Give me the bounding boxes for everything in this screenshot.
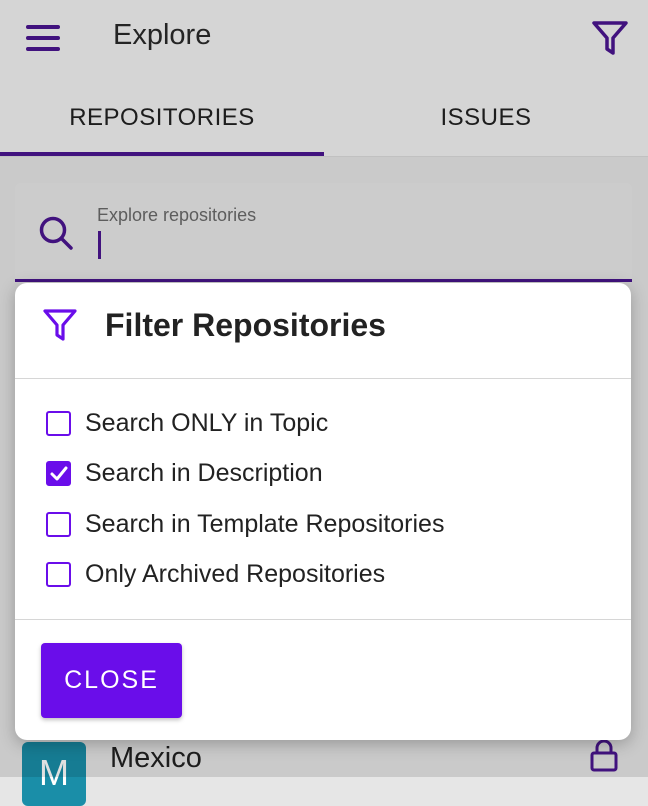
checkbox[interactable]: [46, 561, 71, 587]
divider: [15, 378, 631, 379]
filter-icon: [42, 308, 78, 342]
checkmark-icon: [50, 466, 68, 480]
filter-dialog: Filter Repositories Search ONLY in Topic…: [15, 283, 631, 740]
option-label: Search ONLY in Topic: [85, 408, 329, 437]
option-label: Search in Description: [85, 458, 323, 487]
checkbox-checked[interactable]: [46, 460, 71, 486]
option-search-in-description[interactable]: Search in Description: [46, 453, 323, 493]
close-button[interactable]: CLOSE: [41, 643, 182, 718]
option-label: Search in Template Repositories: [85, 509, 445, 538]
option-search-in-template-repositories[interactable]: Search in Template Repositories: [46, 504, 444, 544]
checkbox[interactable]: [46, 410, 71, 436]
checkbox[interactable]: [46, 511, 71, 537]
divider: [15, 619, 631, 620]
dialog-title: Filter Repositories: [105, 307, 386, 343]
option-search-only-in-topic[interactable]: Search ONLY in Topic: [46, 403, 328, 443]
option-label: Only Archived Repositories: [85, 559, 386, 588]
option-only-archived-repositories[interactable]: Only Archived Repositories: [46, 554, 385, 594]
